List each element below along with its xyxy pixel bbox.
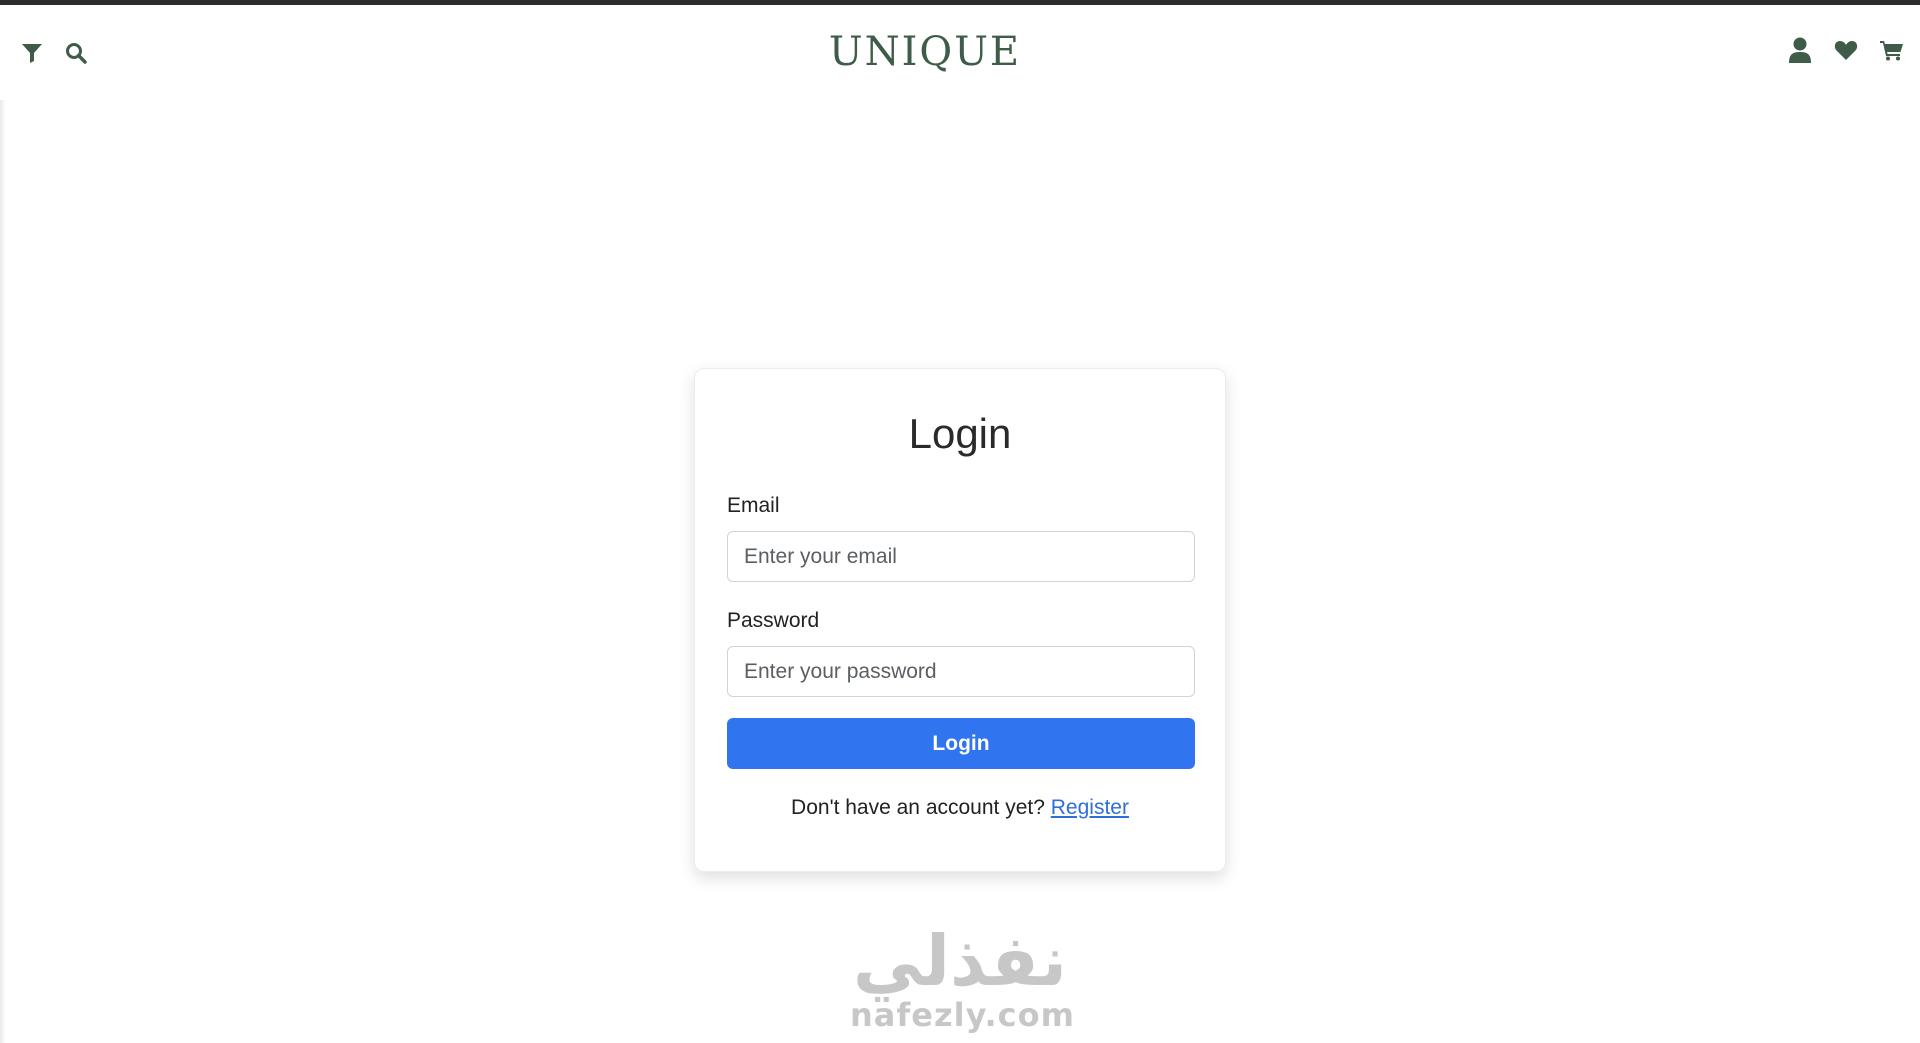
- header-right-actions: [1788, 37, 1904, 63]
- watermark: نفذلي nafezly.com: [850, 920, 1075, 1043]
- watermark-url: nafezly.com: [850, 996, 1075, 1034]
- cart-icon[interactable]: [1880, 38, 1904, 62]
- user-icon[interactable]: [1788, 37, 1812, 63]
- login-button[interactable]: Login: [727, 718, 1195, 769]
- brand-logo[interactable]: UNIQUE: [0, 29, 1850, 75]
- heart-icon[interactable]: [1834, 38, 1858, 62]
- email-field[interactable]: [727, 531, 1195, 582]
- password-label: Password: [727, 609, 820, 632]
- left-edge-shade: [0, 100, 6, 1043]
- login-card: Login Email Password Login Don't have an…: [694, 368, 1226, 872]
- login-title: Login: [908, 410, 1012, 457]
- register-link[interactable]: Register: [1051, 796, 1129, 819]
- register-prompt: Don't have an account yet? Register: [727, 796, 1193, 820]
- watermark-logo: نفذلي: [852, 920, 1068, 1002]
- email-label: Email: [727, 494, 780, 517]
- password-field[interactable]: [727, 646, 1195, 697]
- register-prompt-text: Don't have an account yet?: [791, 796, 1045, 819]
- site-header: UNIQUE: [0, 5, 1920, 100]
